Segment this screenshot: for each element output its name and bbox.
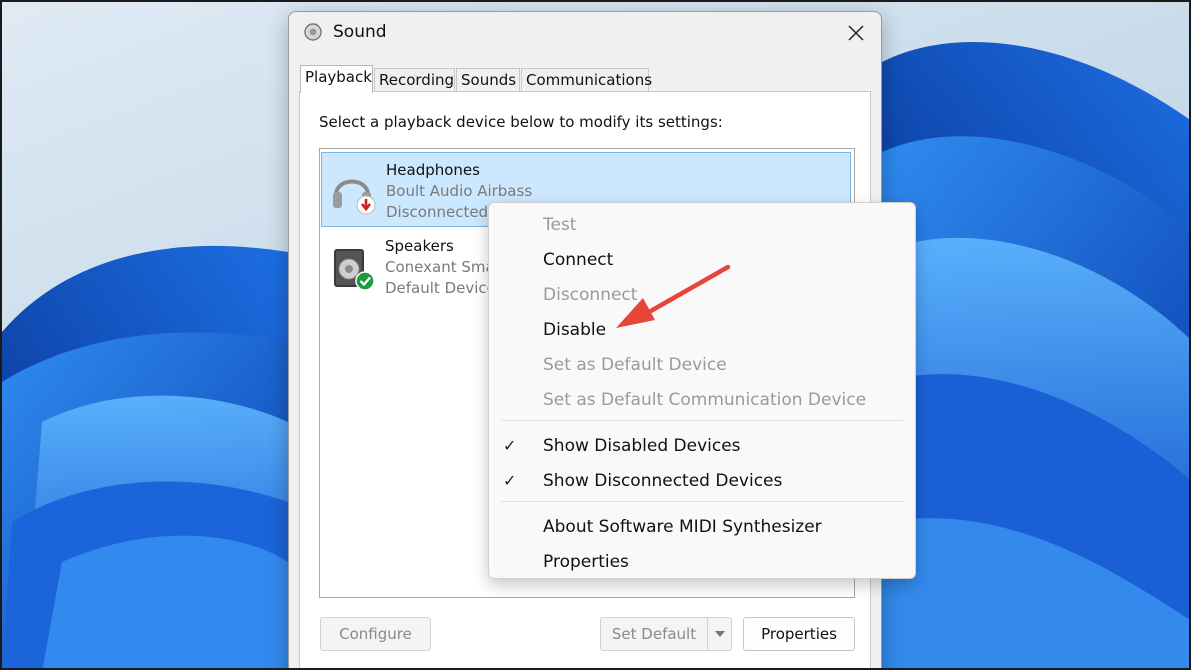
menu-item-about-midi-synthesizer[interactable]: About Software MIDI Synthesizer — [543, 517, 822, 537]
headphones-icon — [333, 179, 376, 215]
speaker-icon — [334, 249, 375, 291]
checkmark-icon: ✓ — [503, 471, 517, 490]
menu-item-show-disconnected-devices[interactable]: Show Disconnected Devices — [543, 471, 782, 491]
set-default-button[interactable]: Set Default — [600, 617, 708, 651]
title-bar[interactable]: Sound — [289, 12, 881, 56]
chevron-down-icon — [714, 631, 725, 637]
default-check-badge-icon — [355, 271, 375, 291]
tab-sounds[interactable]: Sounds — [456, 68, 520, 92]
menu-item-set-default-communication-device[interactable]: Set as Default Communication Device — [543, 390, 866, 410]
tab-recording[interactable]: Recording — [374, 68, 455, 92]
menu-item-properties[interactable]: Properties — [543, 552, 629, 572]
menu-item-set-default-device[interactable]: Set as Default Device — [543, 355, 727, 375]
device-name: Speakers — [385, 237, 454, 255]
menu-item-disable[interactable]: Disable — [543, 320, 606, 340]
menu-item-connect[interactable]: Connect — [543, 250, 613, 270]
menu-item-test[interactable]: Test — [543, 215, 576, 235]
configure-button[interactable]: Configure — [320, 617, 431, 651]
disconnected-badge-icon — [356, 195, 376, 215]
set-default-dropdown[interactable] — [707, 617, 732, 651]
properties-button[interactable]: Properties — [743, 617, 855, 651]
device-name: Headphones — [386, 161, 480, 179]
menu-item-disconnect[interactable]: Disconnect — [543, 285, 637, 305]
menu-item-show-disabled-devices[interactable]: Show Disabled Devices — [543, 436, 741, 456]
close-icon — [848, 25, 864, 41]
speaker-app-icon — [304, 23, 322, 41]
device-description: Conexant Smar — [385, 258, 501, 276]
tab-communications[interactable]: Communications — [521, 68, 652, 92]
device-status: Default Device — [385, 279, 496, 297]
instruction-text: Select a playback device below to modify… — [319, 113, 723, 131]
context-menu: Test Connect Disconnect Disable Set as D… — [488, 202, 916, 579]
menu-separator — [501, 501, 903, 502]
close-button[interactable] — [839, 18, 873, 48]
menu-separator — [501, 420, 903, 421]
tab-playback[interactable]: Playback — [300, 65, 373, 93]
device-status: Disconnected — [386, 203, 489, 221]
screenshot-frame: Sound Playback Recording Sounds Communic… — [0, 0, 1191, 670]
window-title: Sound — [333, 22, 387, 42]
checkmark-icon: ✓ — [503, 436, 517, 455]
device-description: Boult Audio Airbass — [386, 182, 533, 200]
